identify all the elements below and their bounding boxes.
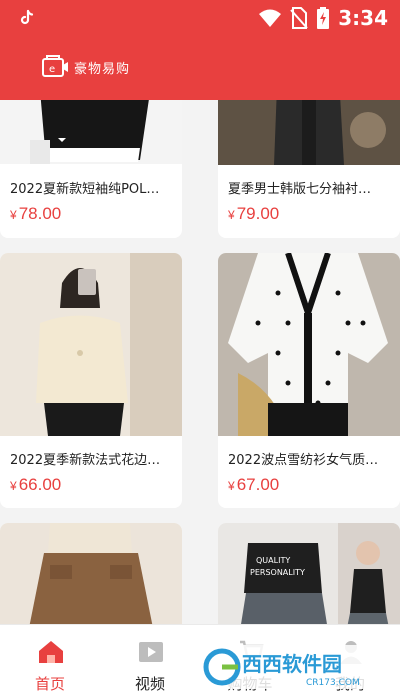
product-card[interactable]: QUALITY PERSONALITY [218,523,400,624]
product-title: 2022波点雪纺衫女气质… [228,453,379,468]
svg-text:CR173.COM: CR173.COM [306,678,360,688]
status-indicators: 3:34 [258,6,388,30]
video-icon [139,642,163,662]
product-price: ¥67.00 [228,475,280,494]
status-time: 3:34 [338,6,388,30]
app-name: 豪物易购 [74,61,131,77]
product-image [0,253,182,436]
svg-text:QUALITY: QUALITY [256,556,290,565]
product-title: 2022夏新款短袖纯POL… [10,182,160,197]
logo-icon: e [42,55,68,77]
product-card[interactable]: 夏季男士韩版七分袖衬… ¥79.00 [218,100,400,238]
product-grid[interactable]: 2022夏新款短袖纯POL… ¥78.00 夏季男士韩版七分袖衬… ¥79.00… [0,100,400,624]
product-price: ¥78.00 [10,204,62,223]
bottom-tab-bar: 首页 视频 购物车 我的 西西软件园 CR173.COM [0,624,400,700]
product-card[interactable]: 2022夏新款短袖纯POL… ¥78.00 [0,100,182,238]
product-image [0,100,182,164]
watermark-logo: 西西软件园 CR173.COM [198,645,384,689]
product-card[interactable]: 2022波点雪纺衫女气质… ¥67.00 [218,253,400,508]
svg-text:e: e [49,64,55,75]
svg-text:PERSONALITY: PERSONALITY [250,568,305,577]
product-title: 2022夏季新款法式花边… [10,453,161,468]
product-price: ¥79.00 [228,204,280,223]
tab-home[interactable]: 首页 [0,625,100,700]
product-card[interactable] [0,523,182,624]
battery-charging-icon [317,7,330,29]
no-sim-icon [290,7,308,29]
product-image [218,253,400,436]
product-card[interactable]: 2022夏季新款法式花边… ¥66.00 [0,253,182,508]
tiktok-icon [20,9,34,25]
svg-text:西西软件园: 西西软件园 [242,652,342,676]
product-image: QUALITY PERSONALITY [218,523,400,624]
product-title: 夏季男士韩版七分袖衬… [228,182,372,197]
home-icon [39,641,63,663]
wifi-icon [259,9,282,27]
product-image [0,523,182,624]
tab-video[interactable]: 视频 [100,625,200,700]
app-header: e 豪物易购 [0,36,400,100]
status-bar: 3:34 [0,0,400,36]
product-price: ¥66.00 [10,475,62,494]
app-logo: e 豪物易购 [40,54,130,80]
product-image [218,100,400,165]
